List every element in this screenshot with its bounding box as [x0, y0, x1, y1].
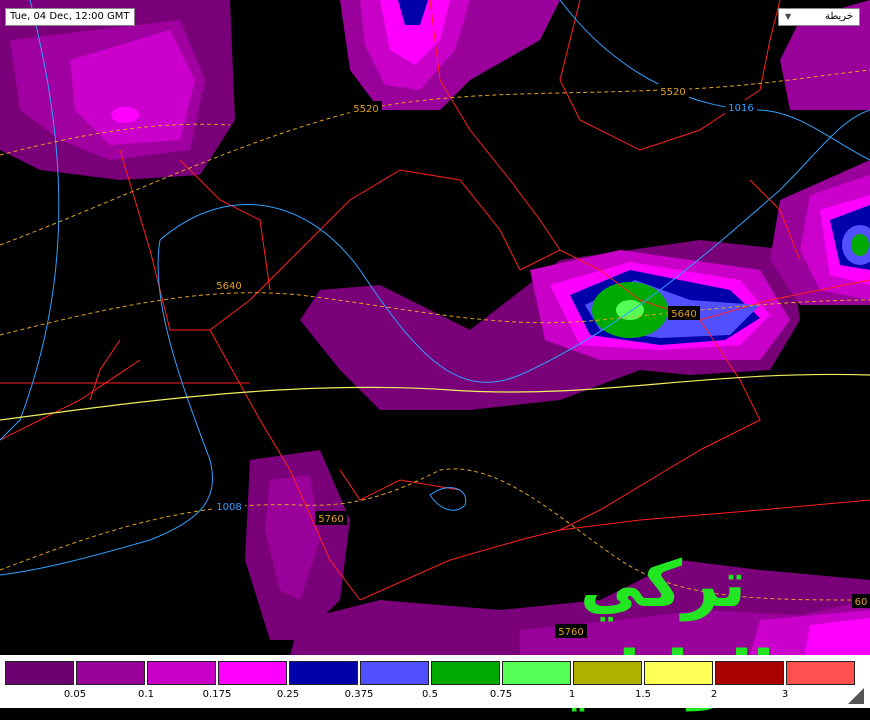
legend-tick-label: 0.25 [276, 689, 300, 700]
legend-swatch [502, 661, 571, 685]
legend-swatch [76, 661, 145, 685]
dropdown-arrow-icon[interactable]: ▼ [785, 12, 791, 21]
resize-handle-icon[interactable] [848, 688, 864, 704]
legend-tick-label: 0.5 [422, 689, 438, 700]
contour-label-5640: 5640 [671, 309, 696, 320]
legend-swatch [715, 661, 784, 685]
legend-tick-label: 3 [781, 689, 789, 700]
color-scale-legend: 0.05 0.1 0.175 0.25 0.375 0.5 0.75 1 1.5 2 3 [0, 655, 870, 708]
legend-swatch [5, 661, 74, 685]
legend-tick-label: 0.05 [63, 689, 87, 700]
contour-label-1016: 1016 [728, 103, 753, 114]
forecast-timestamp: Tue, 04 Dec, 12:00 GMT [5, 8, 135, 26]
contour-label-5640: 5640 [216, 281, 241, 292]
contour-label-5520: 5520 [660, 87, 685, 98]
contour-label-5760: 5760 [318, 514, 343, 525]
legend-tick-label: 0.375 [344, 689, 374, 700]
map-layer-dropdown[interactable]: ▼ خريطة [778, 8, 860, 26]
legend-swatch [218, 661, 287, 685]
legend-tick-label: 1 [568, 689, 576, 700]
legend-tick-label: 1.5 [635, 689, 651, 700]
legend-swatch [289, 661, 358, 685]
legend-tick-label: 0.175 [202, 689, 232, 700]
legend-swatch [644, 661, 713, 685]
legend-swatch [360, 661, 429, 685]
contour-label-5520: 5520 [353, 104, 378, 115]
legend-tick-label: 0.1 [138, 689, 154, 700]
contour-label-1008: 1008 [216, 502, 241, 513]
legend-swatch [147, 661, 216, 685]
legend-swatch [431, 661, 500, 685]
legend-tick-label: 0.75 [489, 689, 513, 700]
legend-swatch [786, 661, 855, 685]
legend-swatch [573, 661, 642, 685]
map-layer-selected: خريطة [824, 11, 853, 22]
legend-swatches [5, 661, 857, 685]
legend-tick-label: 2 [710, 689, 718, 700]
